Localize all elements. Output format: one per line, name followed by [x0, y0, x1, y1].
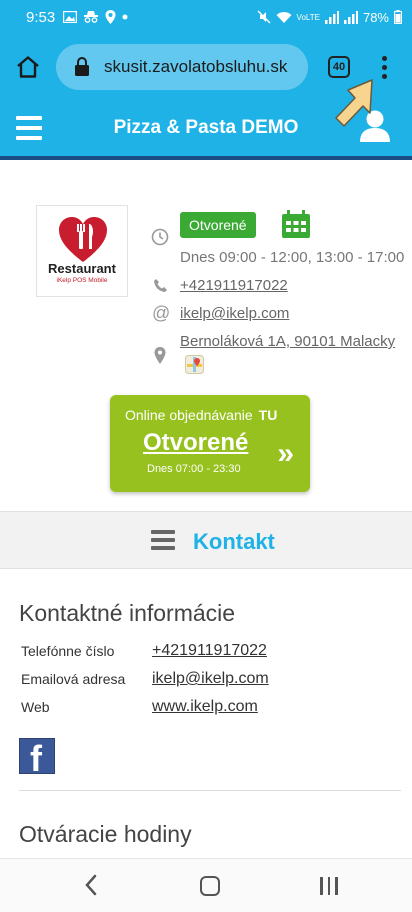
tab-switcher-button[interactable]: 40	[328, 56, 350, 78]
status-right: VoLTE 78%	[257, 10, 402, 25]
lock-icon	[75, 57, 89, 76]
online-order-here: TU	[258, 407, 278, 423]
contact-heading: Kontaktné informácie	[19, 600, 236, 626]
double-chevron-right-icon: »	[277, 437, 294, 470]
phone-icon	[154, 279, 167, 292]
url-bar[interactable]: skusit.zavolatobsluhu.sk	[56, 44, 308, 90]
section-title: Kontakt	[193, 529, 275, 554]
phone-link[interactable]: +421911917022	[180, 277, 288, 294]
dot-icon	[381, 64, 387, 70]
url-text: skusit.zavolatobsluhu.sk	[104, 57, 288, 76]
opening-hours-today: Dnes 09:00 - 12:00, 13:00 - 17:00	[180, 249, 405, 266]
mute-icon	[257, 10, 271, 24]
phone-value-link[interactable]: +421911917022	[152, 642, 267, 660]
online-order-label: Online objednávanie	[125, 407, 253, 423]
recent-apps-icon[interactable]	[320, 877, 338, 895]
facebook-icon[interactable]: f	[19, 738, 55, 774]
section-menu-icon[interactable]	[151, 530, 175, 550]
web-label: Web	[21, 699, 50, 715]
home-nav-icon[interactable]	[200, 876, 220, 896]
email-link[interactable]: ikelp@ikelp.com	[180, 305, 289, 322]
open-status-badge: Otvorené	[180, 212, 256, 238]
online-order-hours: Dnes 07:00 - 23:30	[147, 463, 241, 475]
map-marker-icon	[154, 347, 166, 364]
network-label: VoLTE	[296, 12, 320, 22]
back-icon[interactable]	[84, 873, 98, 897]
gallery-icon	[63, 11, 78, 23]
restaurant-logo: Restaurant iKelp POS Mobile	[36, 205, 128, 297]
battery-percent: 78%	[362, 9, 389, 25]
maps-app-icon[interactable]	[185, 355, 204, 374]
online-order-button[interactable]: Online objednávanie TU Otvorené Dnes 07:0…	[110, 395, 310, 492]
heart-fork-knife-icon	[59, 217, 107, 262]
logo-subtitle: iKelp POS Mobile	[56, 277, 108, 284]
section-menu-bar[interactable]: Kontakt	[0, 511, 412, 569]
email-value-link[interactable]: ikelp@ikelp.com	[152, 670, 269, 688]
calendar-icon[interactable]	[281, 210, 311, 239]
dot-icon	[122, 14, 128, 20]
notification-icons	[63, 10, 128, 24]
location-pin-icon	[105, 10, 116, 24]
dot-icon	[381, 73, 387, 79]
section-divider	[19, 790, 401, 791]
address-link[interactable]: Bernoláková 1A, 90101 Malacky	[180, 333, 395, 350]
online-order-status: Otvorené	[143, 429, 249, 456]
incognito-icon	[84, 11, 99, 23]
phone-label: Telefónne číslo	[21, 643, 115, 659]
status-bar: 9:53 VoLTE 78%	[0, 0, 412, 34]
clock-icon	[151, 228, 169, 246]
dot-icon	[381, 55, 387, 61]
signal-icon	[324, 10, 339, 24]
facebook-letter: f	[30, 738, 42, 774]
web-value-link[interactable]: www.ikelp.com	[152, 698, 258, 716]
browser-home-button[interactable]	[6, 45, 50, 89]
opening-hours-heading: Otváracie hodiny	[19, 821, 192, 847]
online-order-label-row: Online objednávanie TU	[125, 407, 277, 423]
home-icon	[17, 56, 39, 78]
wifi-icon	[276, 11, 292, 23]
signal-icon-2	[343, 10, 358, 24]
email-label: Emailová adresa	[21, 671, 126, 687]
at-sign-icon: @	[152, 303, 171, 323]
header-divider	[0, 156, 412, 160]
pointing-arrow-icon	[335, 79, 373, 127]
status-time: 9:53	[26, 8, 56, 26]
android-nav-bar	[0, 858, 412, 912]
battery-icon	[394, 10, 402, 24]
logo-name: Restaurant	[48, 261, 116, 276]
